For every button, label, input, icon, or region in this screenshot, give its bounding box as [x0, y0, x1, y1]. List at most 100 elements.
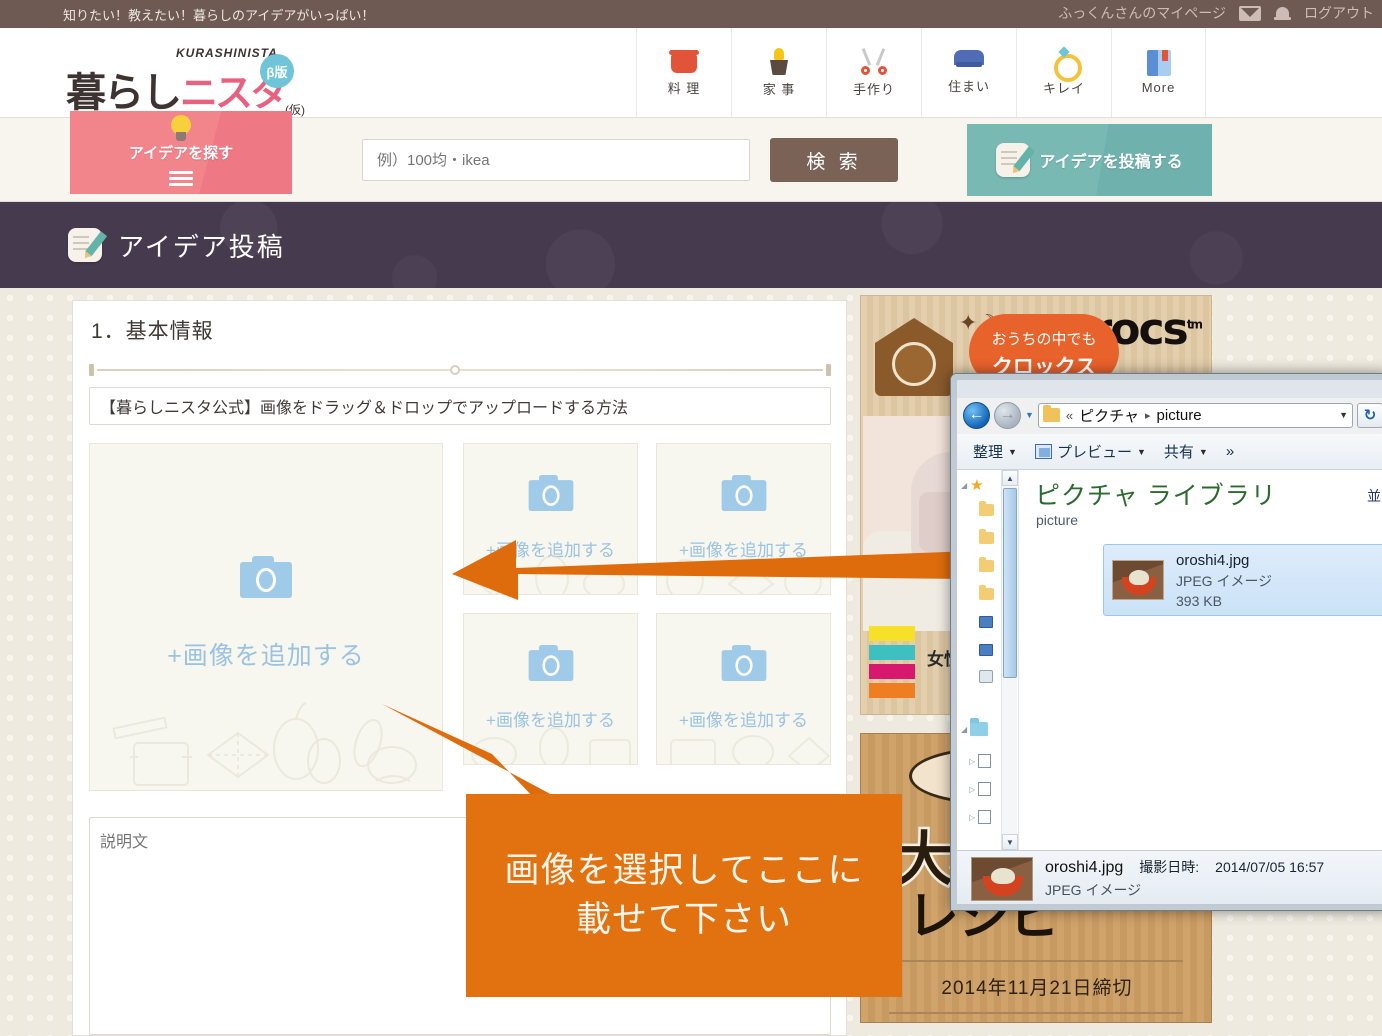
document-library-icon[interactable] [978, 754, 992, 768]
nav-item-cooking[interactable]: 料 理 [636, 28, 731, 117]
nav-item-beauty[interactable]: キレイ [1016, 28, 1111, 117]
nav-item-handmade[interactable]: 手作り [826, 28, 921, 117]
category-nav: 料 理 家 事 手作り 住まい キレイ More [636, 28, 1206, 117]
image-dropzone-1[interactable]: +画像を追加する [463, 443, 638, 595]
camera-icon [528, 644, 573, 682]
page-title-banner: アイデア投稿 [0, 202, 1382, 288]
computer-icon[interactable] [979, 644, 993, 656]
logo-romaji: KURASHINISTA [176, 46, 278, 60]
site-header: 暮らしニスタ(仮) KURASHINISTA β版 料 理 家 事 手作り 住ま… [0, 28, 1382, 118]
annotation-callout: 画像を選択してここに 載せて下さい [466, 794, 902, 997]
address-bar: ← → ▼ « ピクチャ ▸ picture ▼ ↻ [959, 398, 1382, 432]
share-menu[interactable]: 共有 ▼ [1164, 441, 1208, 462]
more-toolbar-button[interactable]: » [1226, 443, 1234, 460]
utility-topbar: 知りたい！教えたい！暮らしのアイデアがいっぱい！ ふっくんさんのマイページ ログ… [0, 0, 1382, 28]
idea-title-input[interactable] [89, 387, 831, 425]
preview-menu[interactable]: プレビュー ▼ [1034, 441, 1146, 462]
nav-label: 料 理 [667, 81, 701, 96]
nav-item-home[interactable]: 住まい [921, 28, 1016, 117]
video-library-icon[interactable] [978, 810, 992, 824]
navigation-scrollbar[interactable]: ▲ ▼ [1001, 470, 1018, 850]
more-label: » [1225, 443, 1235, 460]
callout-line2: 載せて下さい [575, 899, 792, 939]
bell-icon[interactable] [1274, 4, 1291, 22]
mypage-link[interactable]: ふっくんさんのマイページ [1058, 3, 1226, 23]
caret-down-icon: ▼ [1198, 446, 1208, 457]
main-image-dropzone[interactable]: +画像を追加する [89, 443, 443, 791]
site-tagline: 知りたい！教えたい！暮らしのアイデアがいっぱい！ [63, 8, 375, 23]
folder-icon[interactable] [979, 529, 994, 544]
scroll-down-button[interactable]: ▼ [1002, 834, 1018, 850]
folder-icon[interactable] [979, 585, 994, 600]
details-pane: oroshi4.jpg 撮影日時: 2014/07/05 16:57 JPEG … [957, 850, 1382, 906]
ring-icon [1052, 48, 1082, 82]
ad-deadline: 2014年11月21日締切 [941, 978, 1133, 999]
scrollbar-thumb[interactable] [1003, 488, 1017, 678]
share-label: 共有 [1163, 444, 1194, 461]
refresh-icon[interactable]: ↻ [1357, 402, 1382, 428]
organize-menu[interactable]: 整理 ▼ [973, 441, 1017, 462]
caret-down-icon: ▼ [1008, 446, 1017, 457]
site-logo[interactable]: 暮らしニスタ(仮) KURASHINISTA β版 [66, 46, 305, 118]
recent-places-icon[interactable] [979, 670, 993, 683]
image-dropzone-3[interactable]: +画像を追加する [463, 613, 638, 765]
book-icon [1146, 50, 1171, 76]
image-dropzone-4[interactable]: +画像を追加する [656, 613, 831, 765]
camera-icon [240, 556, 292, 598]
find-ideas-label: アイデアを探す [128, 145, 234, 162]
path-segment-picture[interactable]: picture [1157, 407, 1202, 424]
organize-label: 整理 [973, 444, 1004, 461]
section-heading: 1．基本情報 [91, 320, 214, 343]
address-path-box[interactable]: « ピクチャ ▸ picture ▼ [1037, 402, 1353, 428]
forward-arrow-icon[interactable]: → [994, 401, 1021, 429]
kitchen-outline-decoration [670, 735, 830, 764]
search-button[interactable]: 検 索 [770, 138, 898, 182]
file-thumbnail [1112, 560, 1164, 600]
logo-kana1: らし [104, 69, 182, 116]
color-swatch [869, 626, 915, 702]
expand-triangle-icon[interactable]: ◢ [961, 481, 967, 490]
nav-label: 手作り [852, 82, 895, 97]
path-segment-pictures[interactable]: ピクチャ [1079, 405, 1139, 426]
logo-beta-badge: β版 [260, 54, 294, 88]
caret-down-icon: ▼ [1136, 446, 1146, 457]
expand-triangle-icon[interactable]: ▷ [969, 785, 975, 794]
find-ideas-button[interactable]: アイデアを探す [70, 111, 292, 194]
search-input[interactable] [362, 139, 750, 181]
page-title: アイデア投稿 [118, 231, 285, 262]
ad-bubble-line1: おうちの中でも [991, 331, 1097, 348]
post-idea-button[interactable]: アイデアを投稿する [967, 124, 1212, 196]
file-name: oroshi4.jpg [1176, 551, 1250, 569]
picture-library-icon[interactable] [978, 782, 992, 796]
navigation-pane[interactable]: ◢ ★ ◢ ▷ ▷ ▷ ▲ ▼ [957, 470, 1019, 850]
detail-text: oroshi4.jpg 撮影日時: 2014/07/05 16:57 JPEG … [1045, 857, 1324, 900]
expand-triangle-icon[interactable]: ▷ [969, 813, 975, 822]
file-list-item-oroshi4[interactable]: oroshi4.jpg JPEG イメージ 393 KB [1103, 544, 1382, 616]
scissors-icon [860, 47, 888, 75]
library-folder-icon [970, 718, 989, 736]
computer-icon[interactable] [979, 616, 993, 628]
window-titlebar[interactable] [951, 374, 1382, 398]
folder-icon[interactable] [979, 501, 994, 516]
nav-item-housework[interactable]: 家 事 [731, 28, 826, 117]
folder-icon [1042, 405, 1060, 422]
file-explorer-window[interactable]: ← → ▼ « ピクチャ ▸ picture ▼ ↻ 整理 ▼ プレビュー ▼ [950, 373, 1382, 911]
mail-icon[interactable] [1239, 5, 1261, 21]
file-list-pane[interactable]: ピクチャ ライブラリ picture 並 oroshi4.jpg JPEG イメ… [1019, 470, 1382, 850]
scroll-up-button[interactable]: ▲ [1002, 470, 1018, 486]
file-type: JPEG イメージ [1176, 572, 1273, 589]
logo-kanji: 暮 [66, 69, 106, 116]
detail-file-type: JPEG イメージ [1045, 882, 1142, 898]
sort-label[interactable]: 並 [1367, 486, 1381, 506]
nav-item-more[interactable]: More [1111, 28, 1206, 117]
recent-locations-icon[interactable]: ▼ [1025, 410, 1034, 420]
chevron-down-icon[interactable]: ▼ [1339, 410, 1348, 420]
folder-icon[interactable] [979, 557, 994, 572]
ad-rule [889, 1012, 1183, 1014]
path-arrow-icon[interactable]: ▸ [1145, 409, 1151, 422]
logout-link[interactable]: ログアウト [1304, 3, 1374, 23]
expand-triangle-icon[interactable]: ◢ [961, 725, 967, 734]
image-dropzone-2[interactable]: +画像を追加する [656, 443, 831, 595]
back-arrow-icon[interactable]: ← [963, 401, 990, 429]
expand-triangle-icon[interactable]: ▷ [969, 757, 975, 766]
